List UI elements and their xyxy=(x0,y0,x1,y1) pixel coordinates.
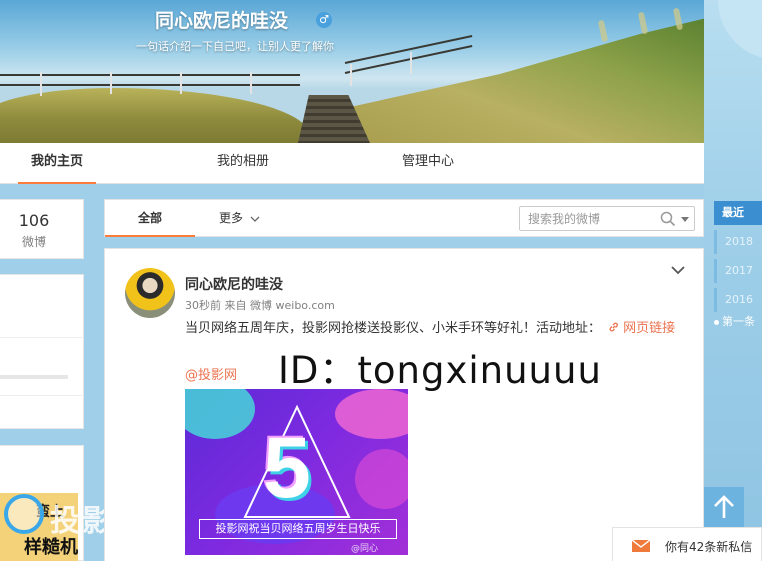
profile-bio[interactable]: 一句话介绍一下自己吧，让别人更了解你 xyxy=(136,38,334,54)
post-author-name[interactable]: 同心欧尼的哇没 xyxy=(185,274,283,294)
cover-grass xyxy=(637,11,649,35)
cover-hill-left xyxy=(0,88,310,143)
overlay-id-text: ID：tongxinuuuu xyxy=(278,349,602,392)
cover-fence-post xyxy=(410,52,412,74)
poster-caption: 投影网祝当贝网络五周岁生日快乐 xyxy=(199,519,397,539)
weibo-count[interactable]: 106 xyxy=(0,211,68,230)
mention-link[interactable]: @投影网 xyxy=(185,364,237,383)
link-icon xyxy=(609,322,619,332)
left-info-card xyxy=(0,274,84,429)
post-body-text: 当贝网络五周年庆，投影网抢楼送投影仪、小米手环等好礼！活动地址： xyxy=(185,321,602,336)
filter-all-tab[interactable]: 全部 xyxy=(105,200,195,237)
filter-more-label: 更多 xyxy=(219,211,244,225)
cover-grass xyxy=(597,19,609,43)
search-box xyxy=(519,206,695,231)
dropdown-arrow-icon[interactable] xyxy=(680,216,690,224)
avatar[interactable] xyxy=(125,268,175,318)
profile-nav: 我的主页 我的相册 管理中心 xyxy=(0,143,704,184)
cover-hill-right xyxy=(340,10,704,143)
stats-card: 106 微博 xyxy=(0,199,84,259)
chevron-down-icon xyxy=(250,216,260,222)
weibo-post-card: 同心欧尼的哇没 30秒前 来自 微博 weibo.com 当贝网络五周年庆，投影… xyxy=(104,248,704,561)
poster-watermark: @同心 xyxy=(351,544,379,554)
profile-name: 同心欧尼的哇没 xyxy=(155,10,289,32)
timeline-year-2016[interactable]: 2016 xyxy=(714,288,762,312)
left-progress-bar xyxy=(0,375,68,379)
web-link-label: 网页链接 xyxy=(623,321,676,336)
cover-fence-post xyxy=(110,72,112,94)
private-message-bar[interactable]: 你有42条新私信 xyxy=(612,527,762,561)
cover-fence-post xyxy=(180,72,182,94)
cover-fence-post xyxy=(250,72,252,94)
post-text: 当贝网络五周年庆，投影网抢楼送投影仪、小米手环等好礼！活动地址： 网页链接 xyxy=(185,317,679,341)
feed-filter-bar: 全部 更多 xyxy=(104,199,704,237)
mail-icon xyxy=(632,540,650,552)
search-icon[interactable] xyxy=(660,211,676,227)
profile-cover: 同心欧尼的哇没 ♂ 一句话介绍一下自己吧，让别人更了解你 xyxy=(0,0,704,143)
divider xyxy=(0,337,84,338)
poster-number: 5 xyxy=(263,420,311,516)
cover-fence-post xyxy=(350,64,352,86)
timeline-year-2018[interactable]: 2018 xyxy=(714,230,762,254)
watermark-logo-icon xyxy=(4,494,44,534)
tab-my-album[interactable]: 我的相册 xyxy=(204,143,282,184)
timeline-year-2017[interactable]: 2017 xyxy=(714,259,762,283)
gender-male-icon: ♂ xyxy=(316,12,332,28)
private-message-text: 你有42条新私信 xyxy=(665,540,753,554)
cover-fence-rail xyxy=(0,84,300,86)
post-source: 来自 微博 weibo.com xyxy=(224,299,335,312)
filter-more-tab[interactable]: 更多 xyxy=(219,200,260,237)
divider xyxy=(0,395,84,396)
search-input[interactable] xyxy=(528,210,656,228)
tab-admin-center[interactable]: 管理中心 xyxy=(388,143,468,184)
arrow-up-icon xyxy=(714,495,734,518)
cover-fence-post xyxy=(40,72,42,96)
post-meta: 30秒前 来自 微博 weibo.com xyxy=(185,297,335,313)
cover-fence-rail xyxy=(0,74,300,76)
tab-my-home[interactable]: 我的主页 xyxy=(18,143,96,184)
back-to-top-button[interactable] xyxy=(704,487,744,527)
timeline-recent[interactable]: 最近 xyxy=(714,201,762,225)
timeline-dot-icon xyxy=(714,319,719,325)
weibo-count-label[interactable]: 微博 xyxy=(0,233,68,250)
post-time[interactable]: 30秒前 xyxy=(185,299,221,312)
post-menu-chevron-icon[interactable] xyxy=(670,263,686,277)
timeline-first-label: 第一条 xyxy=(722,315,755,328)
web-link[interactable]: 网页链接 xyxy=(605,321,675,336)
timeline-first-post[interactable]: 第一条 xyxy=(714,313,755,329)
post-image[interactable]: 5 投影网祝当贝网络五周岁生日快乐 @同心 xyxy=(185,389,408,555)
